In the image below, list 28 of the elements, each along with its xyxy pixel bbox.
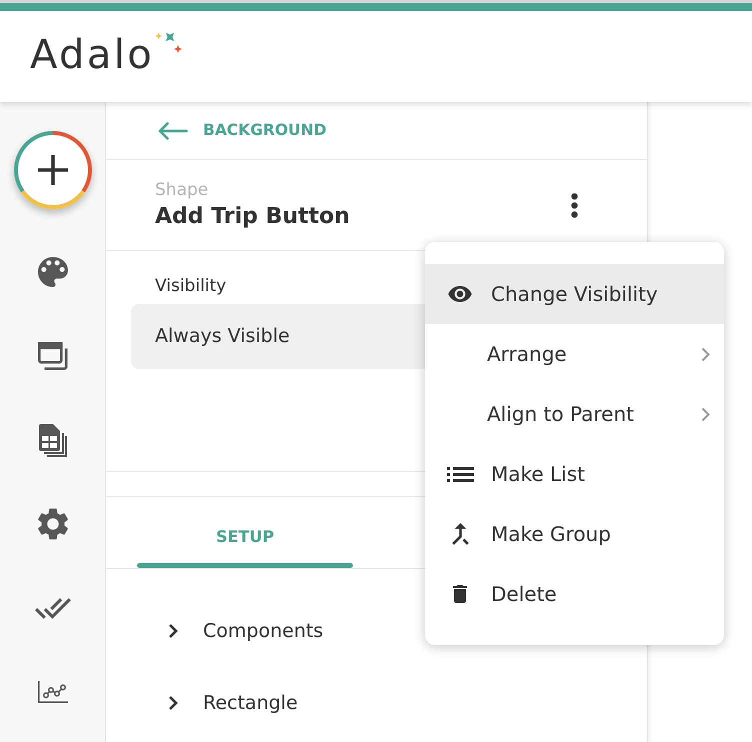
settings-icon[interactable] <box>38 508 68 540</box>
double-check-icon[interactable] <box>34 598 70 618</box>
table-document-icon[interactable] <box>38 424 66 456</box>
tree-item[interactable]: Rectangle <box>106 667 314 739</box>
plus-icon <box>38 155 68 185</box>
element-type-label: Shape <box>155 180 208 200</box>
trash-icon <box>453 585 467 603</box>
visibility-label: Visibility <box>155 275 226 297</box>
chevron-right-icon <box>701 406 710 422</box>
merge-arrow-icon <box>452 523 468 545</box>
stacked-windows-icon[interactable] <box>38 342 68 370</box>
eye-icon <box>448 286 472 302</box>
menu-item[interactable]: Make Group <box>425 504 724 564</box>
menu-item[interactable]: Align to Parent <box>425 384 724 444</box>
element-name: Add Trip Button <box>155 202 350 230</box>
menu-item[interactable]: Change Visibility <box>425 264 724 324</box>
list-icon <box>446 466 474 482</box>
chevron-right-icon <box>701 346 710 362</box>
back-arrow-icon <box>158 122 188 140</box>
tree-item[interactable]: Components <box>106 595 340 667</box>
add-button[interactable] <box>14 131 92 209</box>
menu-item[interactable]: Arrange <box>425 324 724 384</box>
menu-item[interactable]: Make List <box>425 444 724 504</box>
logo-text: Adalo <box>30 34 154 74</box>
more-options-icon[interactable] <box>571 192 578 218</box>
line-chart-icon[interactable] <box>38 681 68 703</box>
palette-icon[interactable] <box>38 257 68 287</box>
menu-item[interactable]: Delete <box>425 564 724 624</box>
